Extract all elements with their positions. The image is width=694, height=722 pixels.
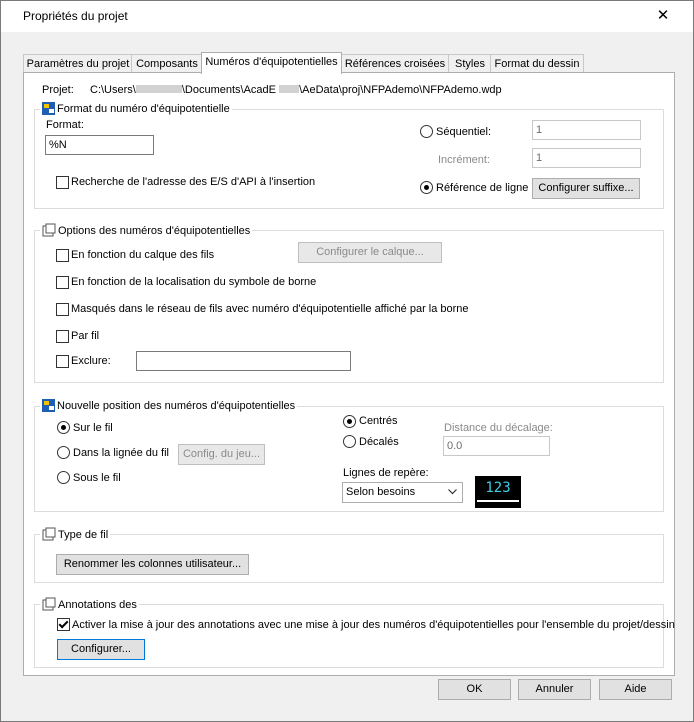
- chevron-down-icon: [448, 489, 457, 495]
- per-wire-label: Par fil: [71, 330, 100, 342]
- below-wire-label: Sous le fil: [73, 472, 121, 484]
- increment-label: Incrément:: [438, 154, 490, 166]
- format-label: Format:: [46, 119, 84, 131]
- line-reference-label: Référence de ligne: [436, 182, 529, 194]
- per-wire-checkbox[interactable]: [56, 330, 69, 343]
- wire-type-icon: [42, 527, 56, 541]
- in-line-label: Dans la lignée du fil: [73, 447, 170, 459]
- centered-label: Centrés: [359, 415, 398, 427]
- wire-layer-label: En fonction du calque des fils: [71, 249, 215, 261]
- cancel-button[interactable]: Annuler: [518, 679, 591, 700]
- update-annotations-label: Activer la mise à jour des annotations a…: [72, 619, 675, 631]
- on-wire-radio[interactable]: [57, 421, 70, 434]
- options-icon: [42, 223, 56, 237]
- terminal-location-checkbox[interactable]: [56, 276, 69, 289]
- project-properties-dialog: Propriétés du projet ✕ Paramètres du pro…: [0, 0, 694, 722]
- wire-number-icon: [42, 102, 55, 115]
- below-wire-radio[interactable]: [57, 471, 70, 484]
- tab-wire-numbers[interactable]: Numéros d'équipotentielles: [201, 52, 342, 74]
- configure-layer-button[interactable]: Configurer le calque...: [298, 242, 442, 263]
- sequential-input[interactable]: 1: [532, 120, 641, 140]
- rename-columns-button[interactable]: Renommer les colonnes utilisateur...: [56, 554, 249, 575]
- line-reference-radio[interactable]: [420, 181, 433, 194]
- tab-styles[interactable]: Styles: [448, 54, 492, 73]
- centered-radio[interactable]: [343, 415, 356, 428]
- offset-radio[interactable]: [343, 435, 356, 448]
- format-group-title: Format du numéro d'équipotentielle: [40, 102, 232, 116]
- project-path: C:\Users\ \Documents\AcadE \AeData\proj\N…: [90, 84, 502, 96]
- redacted-version: [279, 85, 300, 93]
- tab-project-settings[interactable]: Paramètres du projet: [23, 54, 133, 73]
- tab-drawing-format[interactable]: Format du dessin: [490, 54, 584, 73]
- help-button[interactable]: Aide: [599, 679, 672, 700]
- preview-wire-line: [477, 500, 519, 502]
- offset-label: Décalés: [359, 436, 399, 448]
- offset-distance-input[interactable]: 0.0: [443, 436, 550, 456]
- leader-select[interactable]: Selon besoins: [342, 482, 463, 503]
- config-gap-button[interactable]: Config. du jeu...: [178, 444, 265, 465]
- terminal-location-label: En fonction de la localisation du symbol…: [71, 276, 317, 288]
- search-io-label: Recherche de l'adresse des E/S d'API à l…: [71, 176, 316, 188]
- title-bar: Propriétés du projet ✕: [1, 1, 693, 32]
- options-group-title: Options des numéros d'équipotentielles: [40, 223, 253, 238]
- leader-label: Lignes de repère:: [343, 467, 429, 479]
- annotations-group-title: Annotations des: [40, 597, 139, 612]
- leader-select-value: Selon besoins: [346, 486, 416, 498]
- format-input[interactable]: %N: [45, 135, 154, 155]
- tab-cross-references[interactable]: Références croisées: [340, 54, 450, 73]
- wire-number-preview: 123: [475, 476, 521, 508]
- offset-distance-label: Distance du décalage:: [444, 422, 553, 434]
- exclude-label: Exclure:: [71, 355, 111, 367]
- configure-suffix-button[interactable]: Configurer suffixe...: [532, 178, 640, 199]
- hidden-network-checkbox[interactable]: [56, 303, 69, 316]
- tab-components[interactable]: Composants: [131, 54, 203, 73]
- configure-annotations-button[interactable]: Configurer...: [57, 639, 145, 660]
- ok-button[interactable]: OK: [438, 679, 511, 700]
- preview-number: 123: [485, 480, 511, 496]
- sequential-radio[interactable]: [420, 125, 433, 138]
- sequential-label: Séquentiel:: [436, 126, 492, 138]
- exclude-input[interactable]: [136, 351, 351, 371]
- annotations-icon: [42, 597, 56, 611]
- wire-type-group-title: Type de fil: [40, 527, 111, 542]
- tab-content-pane: Projet: C:\Users\ \Documents\AcadE \AeDat…: [23, 72, 675, 676]
- position-group-title: Nouvelle position des numéros d'équipote…: [40, 399, 298, 413]
- on-wire-label: Sur le fil: [73, 422, 113, 434]
- in-line-radio[interactable]: [57, 446, 70, 459]
- update-annotations-checkbox[interactable]: [57, 618, 70, 631]
- hidden-network-label: Masqués dans le réseau de fils avec numé…: [71, 303, 469, 315]
- exclude-checkbox[interactable]: [56, 355, 69, 368]
- close-icon[interactable]: ✕: [649, 5, 677, 27]
- window-title: Propriétés du projet: [23, 9, 128, 23]
- search-io-checkbox[interactable]: [56, 176, 69, 189]
- wire-number-position-icon: [42, 399, 55, 412]
- wire-layer-checkbox[interactable]: [56, 249, 69, 262]
- increment-input[interactable]: 1: [532, 148, 641, 168]
- redacted-username: [135, 85, 182, 93]
- project-label: Projet:: [42, 84, 74, 96]
